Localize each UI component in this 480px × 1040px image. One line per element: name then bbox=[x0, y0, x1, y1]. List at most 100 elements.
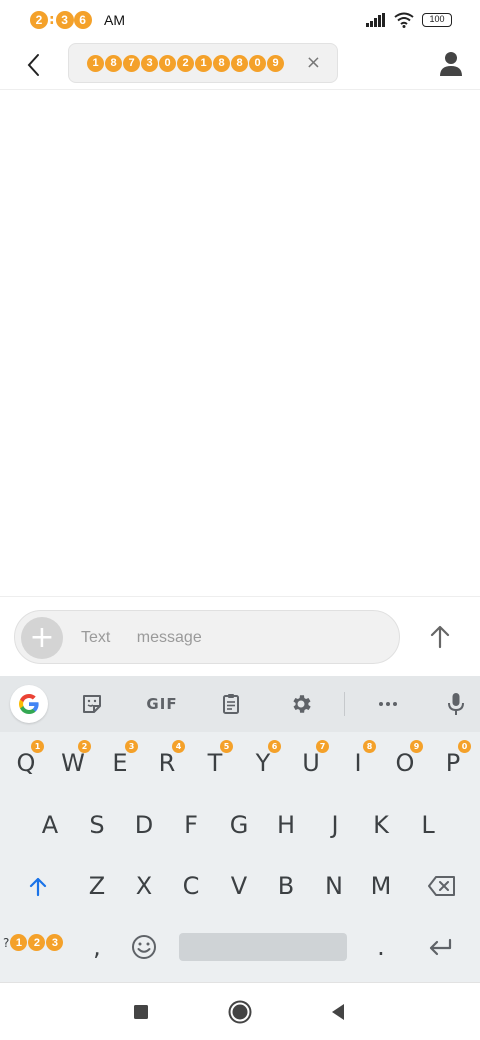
voice-input-button[interactable] bbox=[441, 689, 471, 719]
person-icon bbox=[440, 52, 462, 76]
message-placeholder: Text message bbox=[81, 629, 202, 646]
attach-button[interactable]: + bbox=[21, 617, 63, 659]
key-r[interactable]: R4 bbox=[147, 738, 187, 788]
key-f[interactable]: F bbox=[171, 800, 211, 850]
key-x[interactable]: X bbox=[124, 861, 164, 911]
time-digit: 3 bbox=[55, 11, 74, 29]
gif-label: GIF bbox=[146, 695, 178, 713]
back-button[interactable] bbox=[20, 50, 48, 80]
key-label: Y bbox=[255, 749, 271, 777]
settings-button[interactable] bbox=[286, 689, 316, 719]
key-u[interactable]: U7 bbox=[291, 738, 331, 788]
key-b[interactable]: B bbox=[266, 861, 306, 911]
key-w[interactable]: W2 bbox=[53, 738, 93, 788]
recipient-digit: 8 bbox=[105, 54, 122, 72]
shift-arrow-icon bbox=[29, 877, 47, 897]
status-ampm: AM bbox=[104, 12, 125, 28]
time-digit: 2 bbox=[30, 11, 48, 29]
signal-icon bbox=[366, 13, 385, 27]
enter-key[interactable] bbox=[420, 922, 460, 972]
recipient-digit: 2 bbox=[177, 54, 194, 72]
symbols-key[interactable]: ? 1 2 3 bbox=[3, 934, 64, 951]
space-key[interactable] bbox=[179, 933, 347, 961]
key-n[interactable]: N bbox=[314, 861, 354, 911]
key-v[interactable]: V bbox=[219, 861, 259, 911]
nav-back-button[interactable] bbox=[325, 999, 351, 1025]
key-g[interactable]: G bbox=[219, 800, 259, 850]
symbols-digit: 1 bbox=[10, 934, 28, 951]
shift-key[interactable] bbox=[18, 861, 58, 911]
recipient-digit: 1 bbox=[87, 54, 104, 72]
gear-icon bbox=[293, 695, 311, 713]
key-m[interactable]: M bbox=[361, 861, 401, 911]
enter-icon bbox=[429, 938, 452, 956]
time-digit: 6 bbox=[73, 11, 92, 29]
sticker-icon bbox=[83, 695, 101, 713]
message-input[interactable]: + Text message bbox=[14, 610, 400, 664]
key-hint: 9 bbox=[410, 740, 423, 753]
key-label: U bbox=[302, 749, 320, 777]
send-button[interactable] bbox=[424, 621, 456, 653]
key-t[interactable]: T5 bbox=[195, 738, 235, 788]
key-hint: 0 bbox=[458, 740, 471, 753]
toolbar-divider bbox=[344, 692, 345, 716]
key-h[interactable]: H bbox=[266, 800, 306, 850]
recipient-digit: 1 bbox=[195, 54, 212, 72]
key-y[interactable]: Y6 bbox=[243, 738, 283, 788]
wifi-icon bbox=[394, 12, 414, 28]
recipient-chip[interactable]: 1 8 7 3 0 2 1 8 8 0 9 × bbox=[68, 43, 338, 83]
recents-button[interactable] bbox=[128, 999, 154, 1025]
recipient-digit: 3 bbox=[141, 54, 158, 72]
key-label: R bbox=[158, 749, 176, 777]
key-s[interactable]: S bbox=[77, 800, 117, 850]
circle-icon bbox=[228, 1000, 252, 1024]
compose-bar: + Text message bbox=[0, 596, 480, 676]
plus-icon: + bbox=[29, 620, 55, 655]
key-o[interactable]: O9 bbox=[385, 738, 425, 788]
google-g-icon bbox=[19, 694, 39, 714]
key-k[interactable]: K bbox=[361, 800, 401, 850]
symbols-digit: 2 bbox=[28, 934, 46, 951]
symbols-digit: 3 bbox=[46, 934, 64, 951]
status-bar: 2 : 3 6 AM 100 bbox=[0, 0, 480, 42]
key-c[interactable]: C bbox=[171, 861, 211, 911]
triangle-back-icon bbox=[332, 1004, 344, 1020]
clear-recipient-button[interactable]: × bbox=[306, 52, 321, 73]
recipient-number: 1 8 7 3 0 2 1 8 8 0 9 bbox=[87, 54, 284, 72]
key-z[interactable]: Z bbox=[77, 861, 117, 911]
recipient-digit: 8 bbox=[213, 54, 230, 72]
key-a[interactable]: A bbox=[30, 800, 70, 850]
battery-level: 100 bbox=[429, 14, 445, 24]
key-p[interactable]: P0 bbox=[433, 738, 473, 788]
key-d[interactable]: D bbox=[124, 800, 164, 850]
google-search-button[interactable] bbox=[10, 685, 48, 723]
key-label: E bbox=[112, 749, 128, 777]
period-key[interactable]: . bbox=[361, 922, 401, 972]
backspace-key[interactable] bbox=[422, 861, 462, 911]
key-q[interactable]: Q1 bbox=[6, 738, 46, 788]
time-separator: : bbox=[49, 12, 55, 28]
contact-button[interactable] bbox=[438, 50, 464, 78]
key-hint: 3 bbox=[125, 740, 138, 753]
system-navigation-bar bbox=[0, 982, 480, 1040]
recipient-digit: 7 bbox=[123, 54, 140, 72]
recipient-digit: 8 bbox=[231, 54, 248, 72]
sticker-button[interactable] bbox=[77, 689, 107, 719]
key-e[interactable]: E3 bbox=[100, 738, 140, 788]
key-hint: 6 bbox=[268, 740, 281, 753]
gif-button[interactable]: GIF bbox=[140, 689, 184, 719]
emoji-key[interactable] bbox=[124, 922, 164, 972]
home-button[interactable] bbox=[227, 999, 253, 1025]
recipient-digit: 0 bbox=[159, 54, 176, 72]
key-j[interactable]: J bbox=[315, 800, 355, 850]
microphone-icon bbox=[448, 693, 464, 715]
comma-key[interactable]: , bbox=[77, 922, 117, 972]
key-i[interactable]: I8 bbox=[338, 738, 378, 788]
square-icon bbox=[134, 1005, 148, 1019]
more-button[interactable] bbox=[373, 689, 403, 719]
battery-icon: 100 bbox=[422, 13, 452, 27]
key-l[interactable]: L bbox=[408, 800, 448, 850]
clipboard-button[interactable] bbox=[216, 689, 246, 719]
clipboard-icon bbox=[223, 694, 239, 714]
emoji-icon bbox=[132, 935, 156, 959]
